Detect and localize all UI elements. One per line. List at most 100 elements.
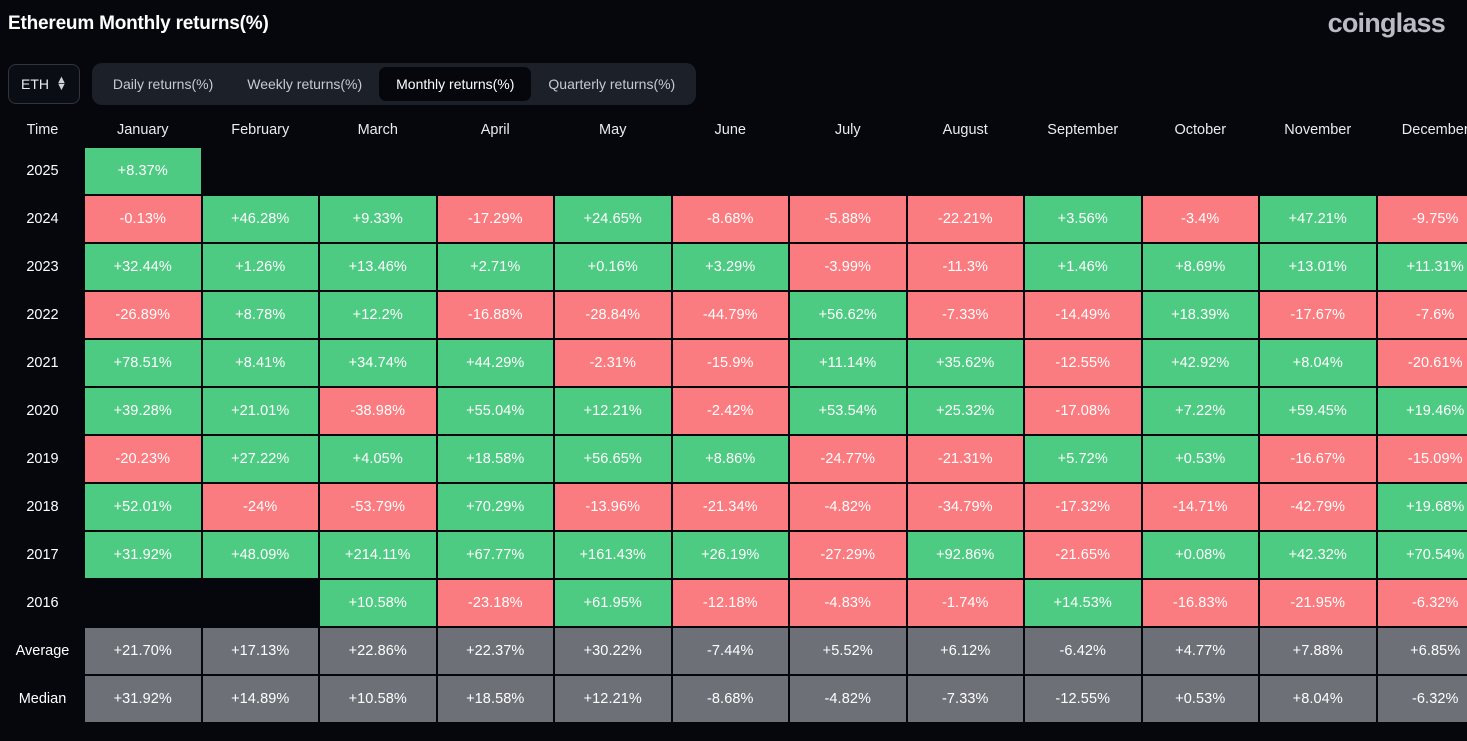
row-label-2023: 2023 <box>26 259 59 275</box>
cell-2016-june: -12.18% <box>672 580 788 626</box>
cell-2023-december: +11.31% <box>1377 244 1467 290</box>
tab-monthly-returns[interactable]: Monthly returns(%) <box>379 67 532 101</box>
column-header-july: July <box>834 122 861 138</box>
row-label-2021: 2021 <box>26 355 59 371</box>
cell-2018-october: -14.71% <box>1142 484 1258 530</box>
page-header: Ethereum Monthly returns(%) coinglass <box>0 0 1467 52</box>
cell-2020-july: +53.54% <box>790 388 906 434</box>
cell-2019-october: +0.53% <box>1142 436 1258 482</box>
table-row: 2022 -26.89% +8.78% +12.2% -16.88% -28.84% -44… <box>2 292 1467 338</box>
cell-2018-june: -21.34% <box>672 484 788 530</box>
cell-2021-november: +8.04% <box>1260 340 1376 386</box>
cell-median-november: +8.04% <box>1260 676 1376 722</box>
cell-2023-june: +3.29% <box>672 244 788 290</box>
cell-2022-january: -26.89% <box>85 292 201 338</box>
column-header-february: February <box>231 122 290 138</box>
cell-2017-july: -27.29% <box>790 532 906 578</box>
cell-2021-july: +11.14% <box>790 340 906 386</box>
cell-median-march: +10.58% <box>320 676 436 722</box>
cell-2021-october: +42.92% <box>1142 340 1258 386</box>
cell-2020-december: +19.46% <box>1377 388 1467 434</box>
cell-2024-february: +46.28% <box>202 196 318 242</box>
cell-2025-february <box>203 148 319 194</box>
cell-2016-august: -1.74% <box>907 580 1023 626</box>
cell-2022-september: -14.49% <box>1025 292 1141 338</box>
cell-2022-april: -16.88% <box>437 292 553 338</box>
cell-2016-december: -6.32% <box>1377 580 1467 626</box>
table-header-row: Time January February March April May June Jul… <box>2 114 1467 146</box>
cell-2025-april <box>438 148 554 194</box>
symbol-selector-label: ETH <box>21 76 49 92</box>
row-label-2018: 2018 <box>26 499 59 515</box>
coinglass-returns-page: Ethereum Monthly returns(%) coinglass ET… <box>0 0 1467 741</box>
cell-2017-june: +26.19% <box>672 532 788 578</box>
table-row: 2017 +31.92% +48.09% +214.11% +67.77% +161.43… <box>2 532 1467 578</box>
cell-2017-january: +31.92% <box>85 532 201 578</box>
cell-average-april: +22.37% <box>437 628 553 674</box>
cell-2022-october: +18.39% <box>1142 292 1258 338</box>
cell-average-october: +4.77% <box>1142 628 1258 674</box>
cell-2017-october: +0.08% <box>1142 532 1258 578</box>
cell-2025-march <box>320 148 436 194</box>
cell-2020-january: +39.28% <box>85 388 201 434</box>
cell-median-august: -7.33% <box>907 676 1023 722</box>
row-label-2025: 2025 <box>26 163 59 179</box>
table-row: 2019 -20.23% +27.22% +4.05% +18.58% +56.65% +8… <box>2 436 1467 482</box>
cell-2025-august <box>908 148 1024 194</box>
cell-median-april: +18.58% <box>437 676 553 722</box>
cell-2017-november: +42.32% <box>1260 532 1376 578</box>
table-row: 2020 +39.28% +21.01% -38.98% +55.04% +12.21% -… <box>2 388 1467 434</box>
cell-2025-may <box>555 148 671 194</box>
cell-2017-august: +92.86% <box>907 532 1023 578</box>
cell-2020-march: -38.98% <box>320 388 436 434</box>
cell-2018-april: +70.29% <box>437 484 553 530</box>
cell-2018-december: +19.68% <box>1377 484 1467 530</box>
tab-daily-returns[interactable]: Daily returns(%) <box>96 67 230 101</box>
cell-average-september: -6.42% <box>1025 628 1141 674</box>
cell-average-march: +22.86% <box>320 628 436 674</box>
cell-2024-december: -9.75% <box>1377 196 1467 242</box>
cell-2022-november: -17.67% <box>1260 292 1376 338</box>
cell-2022-june: -44.79% <box>672 292 788 338</box>
cell-median-may: +12.21% <box>555 676 671 722</box>
cell-median-february: +14.89% <box>202 676 318 722</box>
row-label-average: Average <box>15 643 70 659</box>
cell-2019-may: +56.65% <box>555 436 671 482</box>
cell-median-july: -4.82% <box>790 676 906 722</box>
cell-2021-january: +78.51% <box>85 340 201 386</box>
returns-table-container: Time January February March April May June Jul… <box>0 112 1467 724</box>
cell-2023-april: +2.71% <box>437 244 553 290</box>
page-title: Ethereum Monthly returns(%) <box>8 13 269 34</box>
cell-2016-september: +14.53% <box>1025 580 1141 626</box>
tab-weekly-returns[interactable]: Weekly returns(%) <box>230 67 379 101</box>
column-header-december: December <box>1401 122 1467 138</box>
cell-2016-may: +61.95% <box>555 580 671 626</box>
cell-median-october: +0.53% <box>1142 676 1258 722</box>
column-header-august: August <box>942 122 988 138</box>
cell-average-may: +30.22% <box>555 628 671 674</box>
cell-2019-september: +5.72% <box>1025 436 1141 482</box>
symbol-selector[interactable]: ETH ▲ ▼ <box>8 64 80 104</box>
cell-2024-september: +3.56% <box>1025 196 1141 242</box>
cell-median-june: -8.68% <box>672 676 788 722</box>
column-header-september: September <box>1047 122 1119 138</box>
cell-2021-june: -15.9% <box>672 340 788 386</box>
tab-quarterly-returns[interactable]: Quarterly returns(%) <box>531 67 692 101</box>
cell-2022-august: -7.33% <box>907 292 1023 338</box>
cell-2017-april: +67.77% <box>437 532 553 578</box>
cell-average-july: +5.52% <box>790 628 906 674</box>
cell-2023-january: +32.44% <box>85 244 201 290</box>
cell-2024-june: -8.68% <box>672 196 788 242</box>
table-row: Average +21.70% +17.13% +22.86% +22.37% +30.2… <box>2 628 1467 674</box>
table-row: 2024 -0.13% +46.28% +9.33% -17.29% +24.65% -8.… <box>2 196 1467 242</box>
cell-2019-march: +4.05% <box>320 436 436 482</box>
row-label-2017: 2017 <box>26 547 59 563</box>
table-row: 2023 +32.44% +1.26% +13.46% +2.71% +0.16% +3.2… <box>2 244 1467 290</box>
cell-2023-march: +13.46% <box>320 244 436 290</box>
cell-2024-august: -22.21% <box>907 196 1023 242</box>
cell-2025-november <box>1260 148 1376 194</box>
cell-2025-june <box>673 148 789 194</box>
column-header-march: March <box>357 122 398 138</box>
cell-2016-january <box>85 580 201 626</box>
cell-2019-november: -16.67% <box>1260 436 1376 482</box>
